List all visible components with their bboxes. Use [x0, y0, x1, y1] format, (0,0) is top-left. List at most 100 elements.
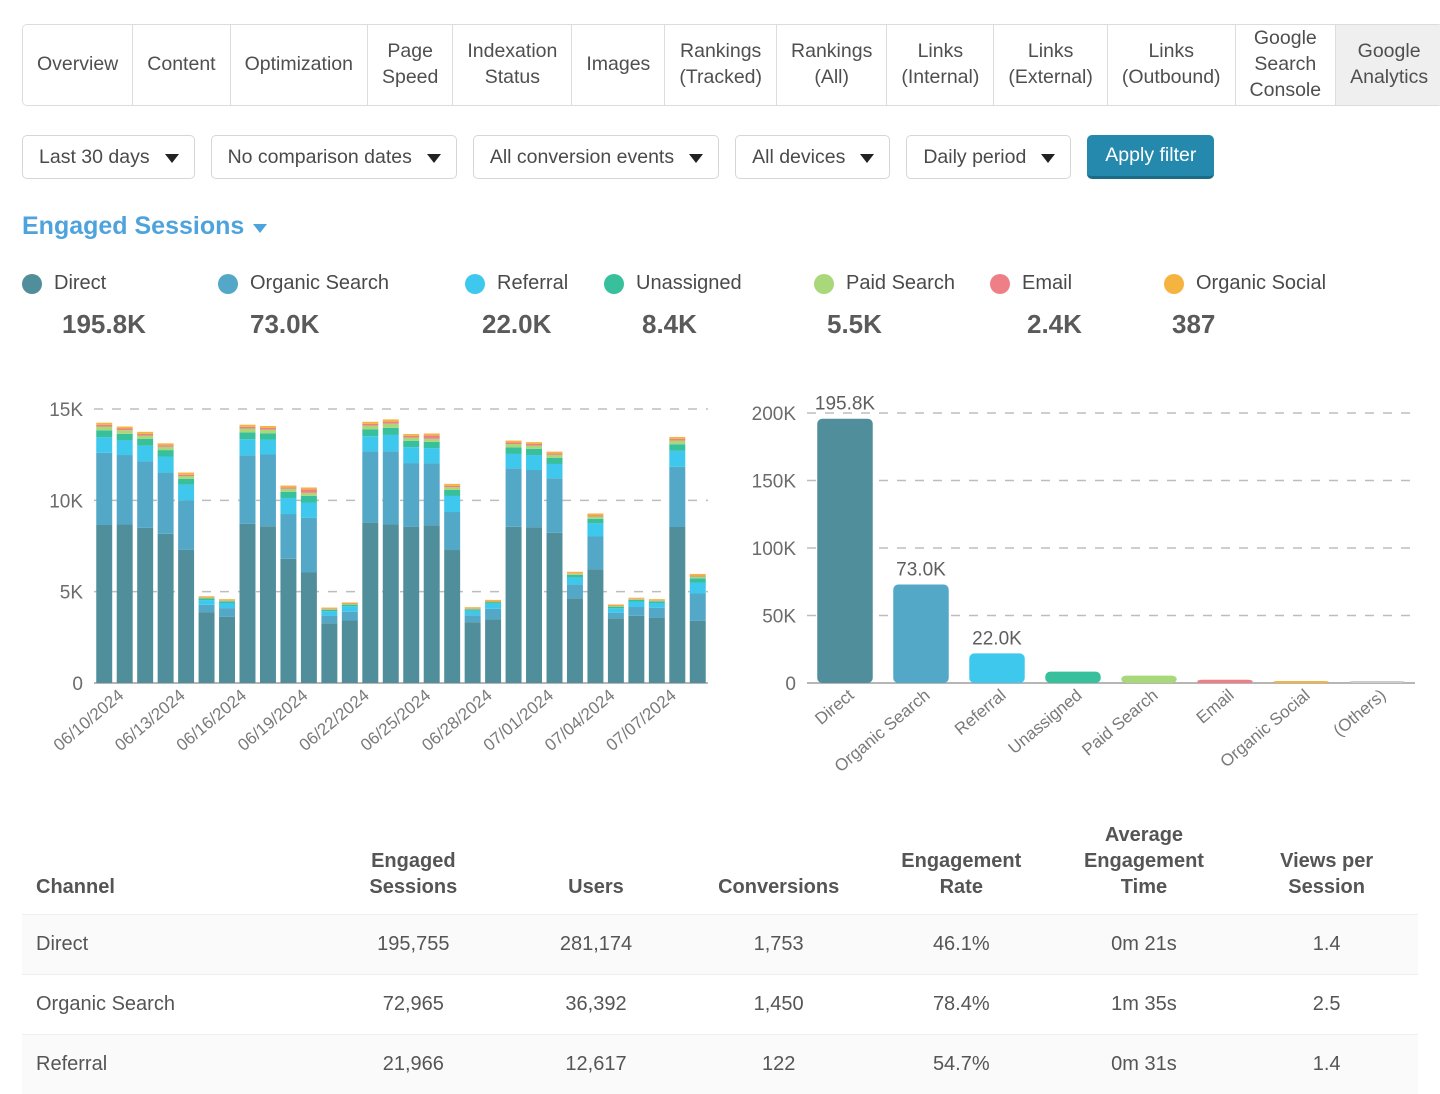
apply-filter-button[interactable]: Apply filter [1087, 135, 1214, 179]
stacked-bar[interactable] [240, 425, 256, 683]
stacked-bar[interactable] [260, 426, 276, 683]
stacked-bar[interactable] [669, 437, 685, 683]
bar[interactable] [1349, 681, 1404, 683]
stacked-bar[interactable] [362, 422, 378, 683]
devices-value: All devices [752, 146, 845, 169]
legend-item-value: 387 [1172, 309, 1326, 340]
filter-toolbar: Last 30 days No comparison dates All con… [22, 135, 1214, 179]
tab-links-outbound[interactable]: Links (Outbound) [1108, 25, 1236, 105]
table-cell: 12,617 [505, 1035, 688, 1094]
stacked-bar[interactable] [178, 473, 194, 683]
table-cell: 21,966 [322, 1035, 505, 1094]
stacked-bar[interactable] [567, 572, 583, 683]
table-column-header[interactable]: Channel [22, 812, 322, 915]
legend-item-label: Referral [497, 272, 568, 295]
conversion-events-value: All conversion events [490, 146, 674, 169]
legend-color-dot-icon [814, 274, 834, 294]
stacked-bar[interactable] [280, 486, 296, 683]
stacked-bar[interactable] [465, 607, 481, 683]
table-cell: 78.4% [870, 975, 1053, 1035]
tab-content[interactable]: Content [133, 25, 230, 105]
stacked-bar[interactable] [424, 433, 440, 683]
table-row[interactable]: Referral21,96612,61712254.7%0m 31s1.4 [22, 1035, 1418, 1094]
stacked-bar[interactable] [506, 441, 522, 683]
channel-totals-bar-chart: 050K100K150K200K195.8KDirect73.0KOrganic… [735, 385, 1425, 785]
stacked-bar[interactable] [628, 598, 644, 683]
table-cell: 54.7% [870, 1035, 1053, 1094]
table-column-header[interactable]: EngagedSessions [322, 812, 505, 915]
legend-item[interactable]: Organic Social387 [1164, 272, 1326, 340]
stacked-bar[interactable] [96, 423, 112, 683]
stacked-bar[interactable] [301, 487, 317, 683]
stacked-bar[interactable] [342, 602, 358, 683]
table-cell: 122 [687, 1035, 870, 1094]
bar[interactable] [1273, 681, 1328, 683]
legend-item[interactable]: Organic Search73.0K [218, 272, 389, 340]
stacked-bar[interactable] [649, 599, 665, 683]
tab-links-internal[interactable]: Links (Internal) [887, 25, 994, 105]
chevron-down-icon [689, 154, 703, 163]
bar[interactable] [817, 419, 872, 683]
tab-overview[interactable]: Overview [23, 25, 133, 105]
stacked-bar[interactable] [158, 443, 174, 683]
legend-item[interactable]: Paid Search5.5K [814, 272, 955, 340]
bar-value-label: 195.8K [815, 394, 876, 415]
stacked-bar[interactable] [199, 596, 215, 683]
tab-links-external[interactable]: Links (External) [994, 25, 1108, 105]
stacked-bar[interactable] [608, 604, 624, 683]
stacked-bar[interactable] [137, 432, 153, 683]
table-column-header[interactable]: AverageEngagement Time [1053, 812, 1236, 915]
table-column-header[interactable]: Users [505, 812, 688, 915]
stacked-bar[interactable] [587, 513, 603, 683]
metric-selector[interactable]: Engaged Sessions [22, 212, 267, 241]
period-select[interactable]: Daily period [906, 135, 1071, 179]
bar[interactable] [969, 653, 1024, 683]
date-range-select[interactable]: Last 30 days [22, 135, 195, 179]
stacked-bar[interactable] [403, 434, 419, 683]
tab-optimization[interactable]: Optimization [231, 25, 368, 105]
legend-item[interactable]: Unassigned8.4K [604, 272, 742, 340]
stacked-bar[interactable] [526, 442, 542, 683]
table-row[interactable]: Direct195,755281,1741,75346.1%0m 21s1.4 [22, 915, 1418, 975]
bar[interactable] [893, 585, 948, 684]
stacked-bar[interactable] [219, 599, 235, 683]
devices-select[interactable]: All devices [735, 135, 890, 179]
table-column-header[interactable]: EngagementRate [870, 812, 1053, 915]
conversion-events-select[interactable]: All conversion events [473, 135, 719, 179]
tab-google-search-console[interactable]: Google Search Console [1236, 25, 1337, 105]
legend-item[interactable]: Referral22.0K [465, 272, 568, 340]
table-column-header[interactable]: Views perSession [1235, 812, 1418, 915]
table-header-row: ChannelEngagedSessionsUsersConversionsEn… [22, 812, 1418, 915]
stacked-bar[interactable] [690, 574, 706, 683]
tab-images[interactable]: Images [572, 25, 665, 105]
stacked-bar[interactable] [383, 419, 399, 683]
tab-indexation-status[interactable]: Indexation Status [453, 25, 572, 105]
primary-tab-bar: OverviewContentOptimizationPage SpeedInd… [22, 24, 1440, 106]
bar[interactable] [1121, 676, 1176, 683]
tab-rankings-all[interactable]: Rankings (All) [777, 25, 887, 105]
stacked-bar[interactable] [485, 600, 501, 683]
comparison-dates-select[interactable]: No comparison dates [211, 135, 457, 179]
bar[interactable] [1045, 672, 1100, 683]
daily-stacked-bar-svg: 05K10K15K06/10/202406/13/202406/16/20240… [22, 385, 712, 785]
stacked-bar[interactable] [444, 484, 460, 683]
tab-google-analytics[interactable]: Google Analytics [1336, 25, 1440, 105]
stacked-bar[interactable] [117, 427, 133, 683]
legend-item[interactable]: Direct195.8K [22, 272, 146, 340]
stacked-bar[interactable] [321, 608, 337, 683]
table-column-header[interactable]: Conversions [687, 812, 870, 915]
tab-rankings-tracked[interactable]: Rankings (Tracked) [665, 25, 777, 105]
daily-stacked-bar-chart: 05K10K15K06/10/202406/13/202406/16/20240… [22, 385, 712, 785]
table-cell: Referral [22, 1035, 322, 1094]
legend-item[interactable]: Email2.4K [990, 272, 1082, 340]
table-row[interactable]: Organic Search72,96536,3921,45078.4%1m 3… [22, 975, 1418, 1035]
tab-page-speed[interactable]: Page Speed [368, 25, 453, 105]
legend-color-dot-icon [465, 274, 485, 294]
bar[interactable] [1197, 680, 1252, 683]
chevron-down-icon [165, 154, 179, 163]
metric-selector-label: Engaged Sessions [22, 212, 244, 241]
channel-legend: Direct195.8K Organic Search73.0K Referral2… [22, 272, 1422, 357]
bar-value-label: 73.0K [896, 560, 946, 581]
stacked-bar[interactable] [547, 452, 563, 683]
table-cell: 2.5 [1235, 975, 1418, 1035]
